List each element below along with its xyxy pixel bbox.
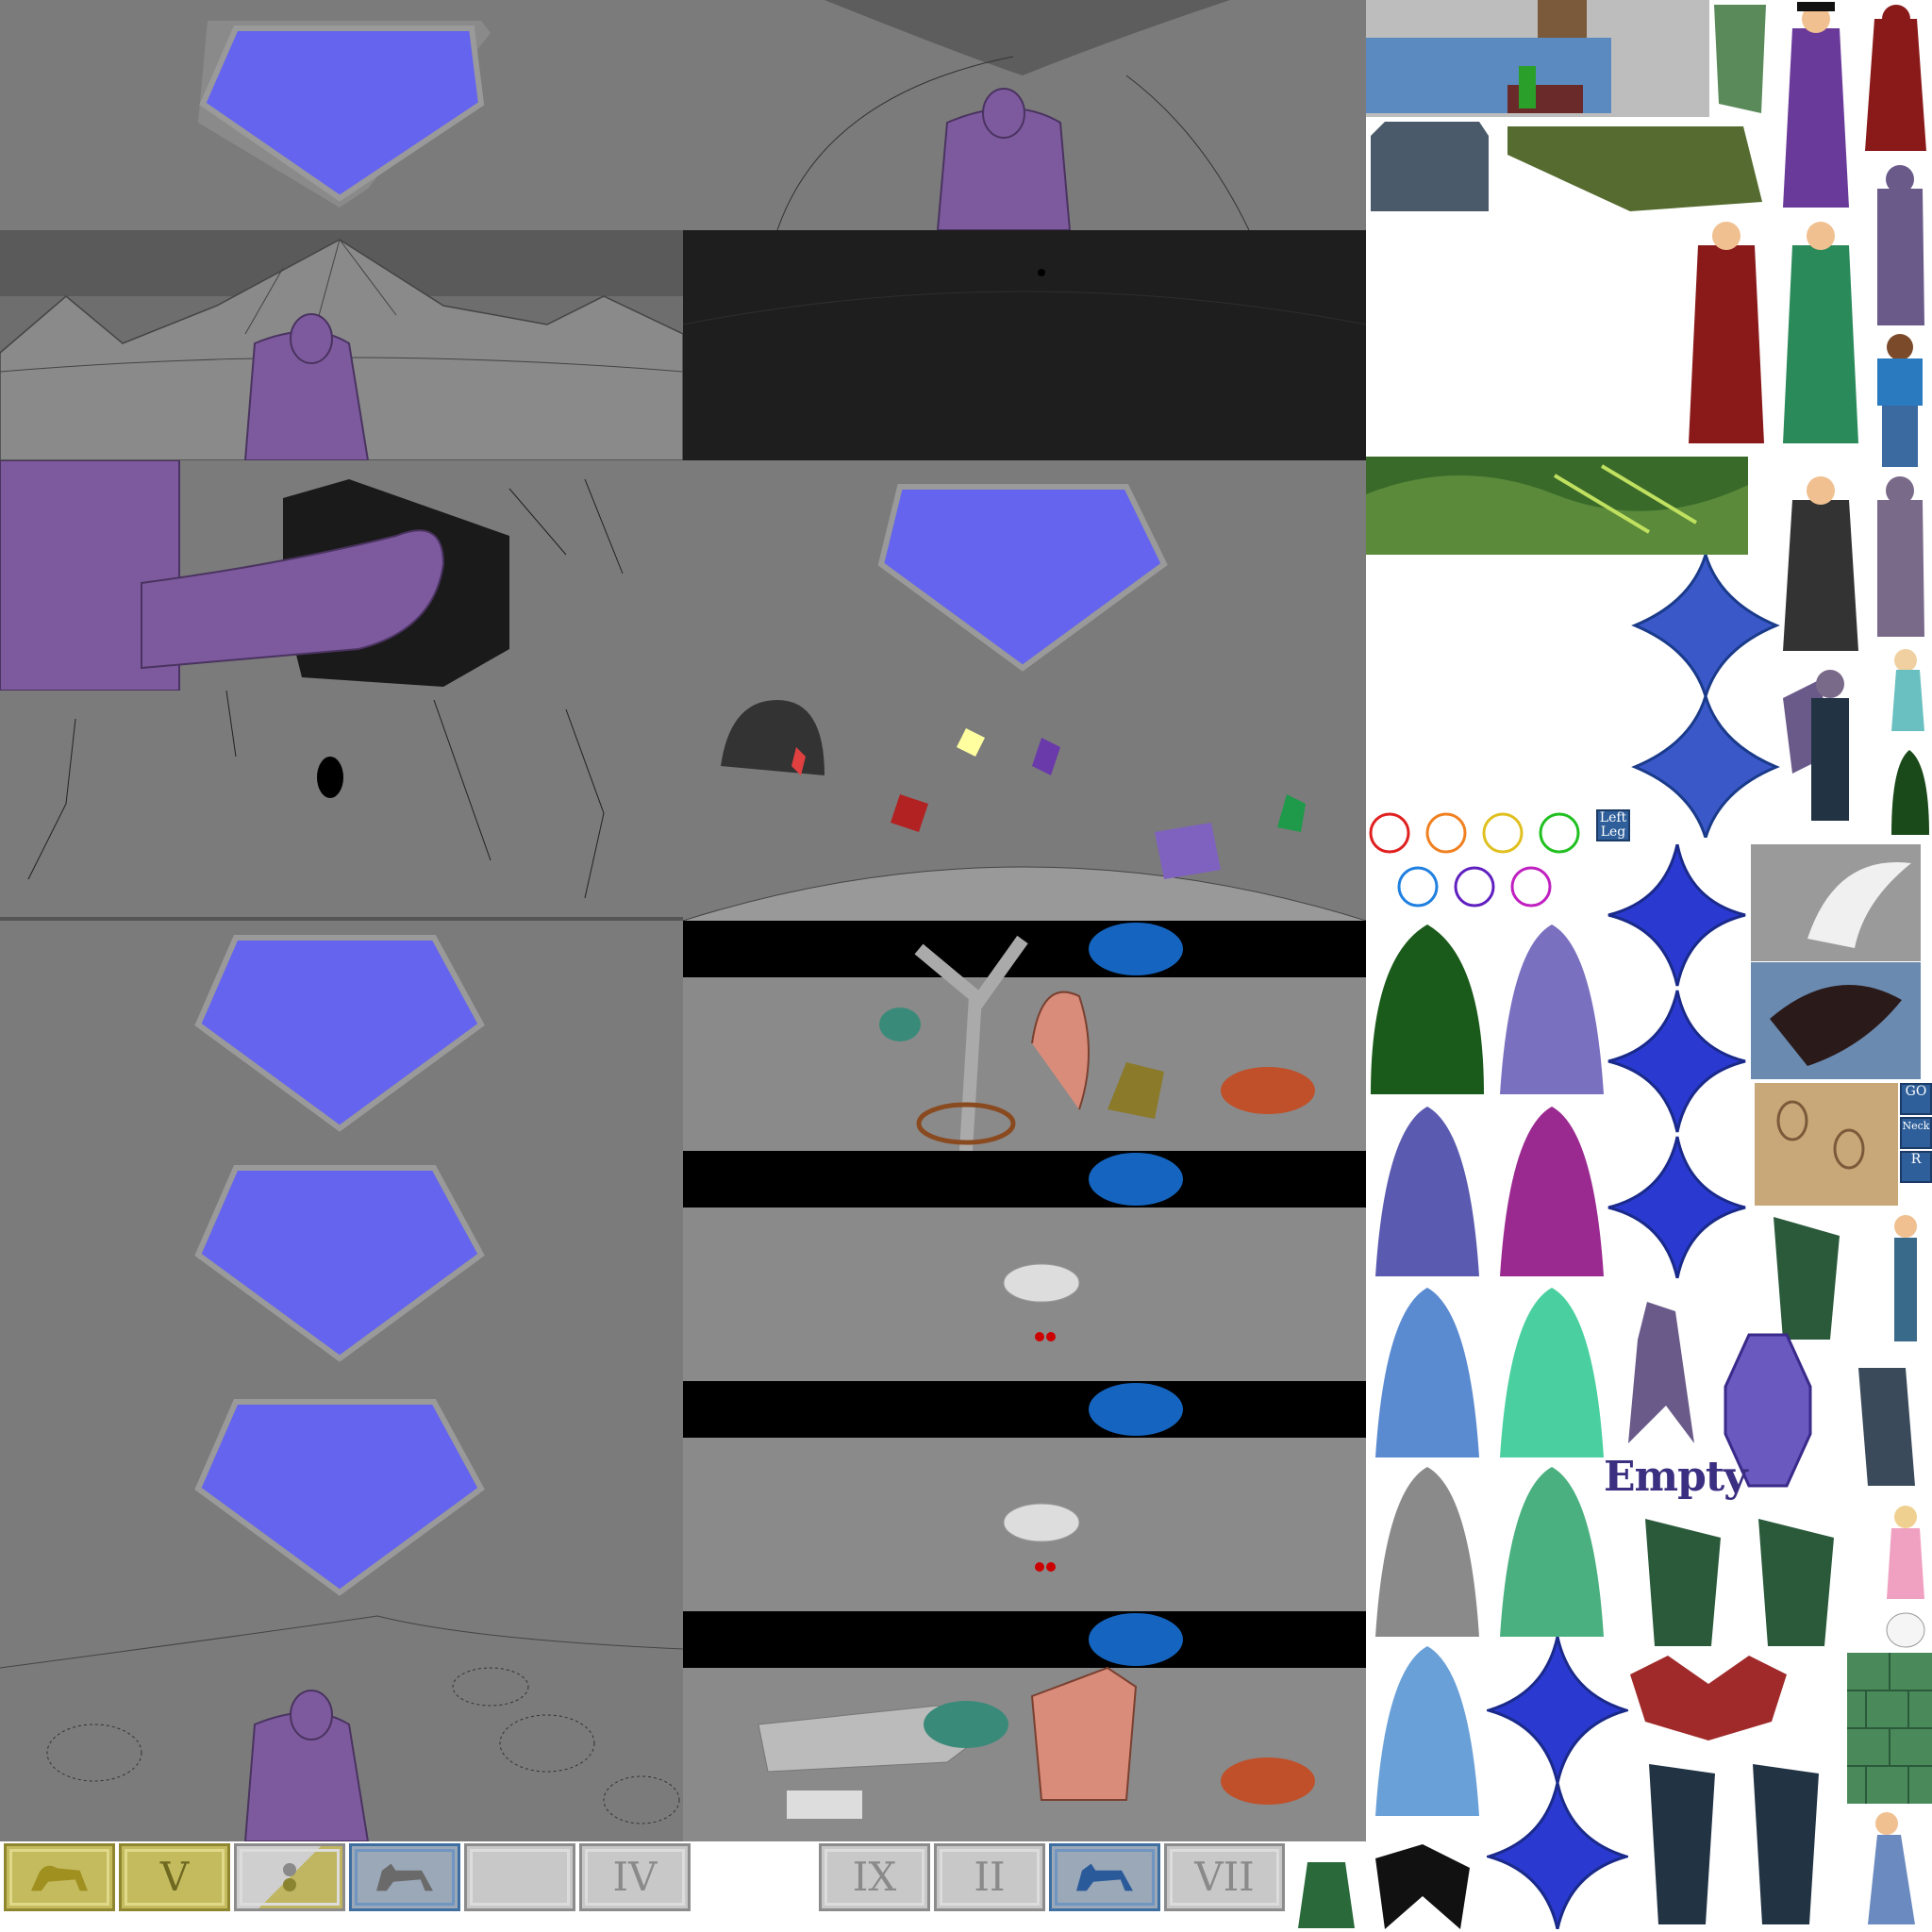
chapter-button-v[interactable]: V bbox=[119, 1843, 230, 1911]
sprite-reaching-figures bbox=[1630, 1745, 1847, 1932]
sprite-running-girl bbox=[1849, 1807, 1932, 1929]
sprite-dark-ghoul bbox=[1840, 1349, 1932, 1491]
chapter-label-vii: VII bbox=[1194, 1854, 1255, 1900]
scene-demon-mountains bbox=[0, 230, 683, 460]
left-leg-label: Left Leg bbox=[1596, 809, 1630, 841]
chapter-button-blank[interactable] bbox=[464, 1843, 575, 1911]
sprite-red-demon bbox=[1860, 0, 1932, 160]
sprite-winged-figure bbox=[1774, 660, 1877, 830]
sprite-black-silhouette bbox=[1366, 1840, 1484, 1932]
chapter-button-ii[interactable]: II bbox=[934, 1843, 1045, 1911]
sprite-goblin-icon bbox=[1289, 1843, 1364, 1932]
wolf-icon bbox=[376, 1863, 433, 1891]
sprite-purple-running-figure bbox=[1609, 1283, 1704, 1453]
empty-label: Empty bbox=[1604, 1453, 1748, 1501]
scene-night-stump-cherries-2 bbox=[683, 1381, 1366, 1611]
chapter-button-iv[interactable]: IV bbox=[579, 1843, 691, 1911]
sprite-white-vase bbox=[1882, 1604, 1929, 1651]
sprite-red-suit-man bbox=[1679, 217, 1774, 453]
sprite-group-people-room bbox=[1366, 0, 1709, 117]
scene-dark-cave bbox=[683, 230, 1366, 460]
sprite-green-hunched-creature bbox=[1755, 1208, 1858, 1349]
gem-portal-art bbox=[198, 21, 491, 208]
chapter-label-ix: IX bbox=[852, 1854, 897, 1900]
sprite-gray-robe-woman bbox=[1366, 1462, 1489, 1641]
scene-gem-portal bbox=[0, 0, 683, 230]
sprite-violet-robe-woman bbox=[1366, 1102, 1489, 1281]
chapter-label-v: V bbox=[159, 1854, 190, 1900]
neck-label: Neck bbox=[1900, 1117, 1932, 1149]
chapter-button-yin-yang[interactable] bbox=[234, 1843, 345, 1911]
sprite-girl-standing bbox=[1877, 1208, 1932, 1349]
scene-demon-rain-constellations bbox=[0, 1611, 683, 1841]
sprite-mint-robe-woman bbox=[1491, 1283, 1613, 1462]
chapter-button-ix[interactable]: IX bbox=[819, 1843, 930, 1911]
sprite-jungle-strip bbox=[1366, 457, 1748, 555]
sprite-blue-diamond-pair bbox=[1487, 1637, 1628, 1929]
sprite-man-blue-jeans bbox=[1868, 330, 1932, 472]
sprite-green-hunched-pair bbox=[1626, 1509, 1853, 1651]
chapter-label-iv: IV bbox=[612, 1854, 658, 1900]
scene-night-fallen-tree bbox=[683, 1611, 1366, 1841]
scene-night-stump-cherries bbox=[683, 1151, 1366, 1381]
sprite-green-suit-man bbox=[1774, 217, 1868, 453]
r-label: R bbox=[1900, 1151, 1932, 1183]
sprite-purple-suit-man bbox=[1774, 0, 1858, 217]
sprite-green-hooded-cloak bbox=[1366, 920, 1489, 1099]
sprite-fairy-girl bbox=[1877, 641, 1932, 736]
sprite-dragon-photo bbox=[1751, 962, 1921, 1079]
chapter-button-wolf[interactable] bbox=[349, 1843, 460, 1911]
yin-yang-icon bbox=[283, 1863, 296, 1891]
sprite-blue-robe-woman bbox=[1366, 1283, 1489, 1462]
scene-stone-wall-hole bbox=[0, 691, 683, 921]
go-label: GO bbox=[1900, 1083, 1932, 1115]
chapter-button-vii[interactable]: VII bbox=[1164, 1843, 1285, 1911]
sprite-green-cloth bbox=[1709, 0, 1770, 117]
sprite-light-blue-robe-woman bbox=[1366, 1641, 1489, 1821]
scene-demon-arm-rock bbox=[0, 460, 683, 691]
sprite-red-pattern-tile bbox=[1630, 1656, 1787, 1740]
sprite-green-brick-wall bbox=[1847, 1653, 1932, 1804]
chapter-label-ii: II bbox=[974, 1854, 1006, 1900]
sprite-magenta-robe-woman bbox=[1491, 1102, 1613, 1281]
sprite-chakra-row bbox=[1366, 807, 1592, 910]
sprite-purple-nude-figure bbox=[1868, 472, 1932, 641]
sprite-small-green-hood bbox=[1887, 745, 1932, 840]
sprite-blonde-girl-pink bbox=[1877, 1500, 1932, 1604]
chapter-button-wolf-blue[interactable] bbox=[1049, 1843, 1160, 1911]
lion-icon bbox=[31, 1865, 88, 1891]
sprite-tan-block bbox=[1755, 1083, 1898, 1206]
sprite-purple-figure bbox=[1868, 160, 1932, 330]
sprite-blue-diamond-tiles bbox=[1630, 555, 1781, 838]
sprite-black-suit-man bbox=[1774, 472, 1868, 660]
scene-gem-triptych bbox=[0, 921, 683, 1611]
scene-night-tree-creatures bbox=[683, 921, 1366, 1151]
sprite-lavender-robe-woman bbox=[1491, 920, 1613, 1099]
scene-gem-portal-2 bbox=[683, 460, 1366, 691]
chapter-button-lion[interactable] bbox=[4, 1843, 115, 1911]
scene-crystal-cavern bbox=[683, 691, 1366, 921]
sprite-angel-photo bbox=[1751, 844, 1921, 961]
sprite-clothing-tank-pants bbox=[1366, 117, 1762, 221]
sprite-green-robe-woman bbox=[1491, 1462, 1613, 1641]
sprite-blue-diamond-stack bbox=[1604, 844, 1750, 1278]
wolf-icon bbox=[1076, 1863, 1133, 1891]
scene-demon-back-cliff bbox=[683, 0, 1366, 230]
